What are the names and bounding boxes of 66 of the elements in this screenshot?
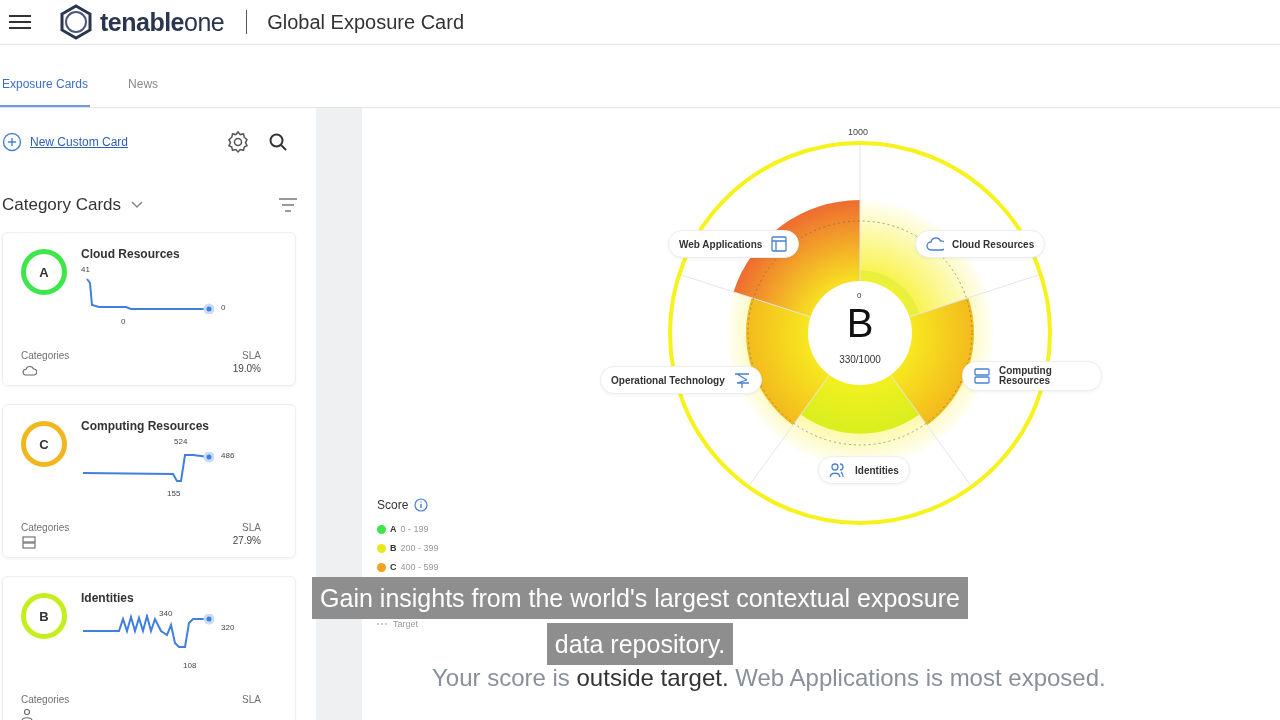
- new-card-link[interactable]: New Custom Card: [30, 135, 129, 149]
- overall-score: 330/1000: [838, 354, 882, 365]
- overall-grade: B: [845, 301, 875, 345]
- logo-icon: [58, 4, 94, 40]
- settings-icon[interactable]: [226, 130, 250, 154]
- categories-label: Categories: [21, 522, 70, 533]
- legend-title: Score: [377, 498, 409, 512]
- filter-icon[interactable]: [278, 198, 298, 212]
- sparkline-label: 41: [81, 265, 90, 274]
- category-pill[interactable]: Operational Technology: [600, 366, 762, 394]
- sparkline-label: 155: [167, 489, 181, 498]
- grade-range: 200 - 399: [400, 543, 439, 553]
- target-label: Target: [393, 619, 418, 629]
- grade-ring: A: [21, 249, 67, 295]
- category-icon: [21, 363, 37, 377]
- category-card[interactable]: C Computing Resources 524 155 486 Categories SLA 27.9%: [2, 404, 296, 558]
- grade-letter: C: [390, 562, 397, 572]
- info-icon[interactable]: [414, 498, 429, 512]
- sla-label: SLA: [242, 522, 261, 533]
- cloud-icon: [926, 235, 944, 253]
- dashed-line-icon: [377, 622, 389, 626]
- sla-value: 27.9%: [232, 535, 261, 546]
- grade-letter: A: [390, 524, 397, 534]
- status-message: Your score is outside target. Web Applications is most exposed.: [432, 665, 1106, 691]
- grade-range: 0 - 199: [400, 524, 429, 534]
- category-pill[interactable]: Computing Resources: [962, 361, 1102, 391]
- tab[interactable]: News: [126, 77, 161, 107]
- sla-value: 19.0%: [232, 363, 261, 374]
- grade-ring: B: [21, 593, 67, 639]
- page-title: Global Exposure Card: [267, 10, 465, 34]
- card-title: Identities: [81, 591, 135, 605]
- sparkline-label: 108: [183, 661, 197, 670]
- category-pill[interactable]: Cloud Resources: [915, 230, 1046, 258]
- sparkline-label: 486: [221, 451, 235, 460]
- category-pill[interactable]: Identities: [818, 456, 910, 484]
- grade-letter: B: [390, 543, 397, 553]
- category-pill[interactable]: Web Applications: [668, 230, 800, 258]
- sla-label: SLA: [242, 694, 261, 705]
- chevron-down-icon[interactable]: [131, 201, 144, 209]
- grade-range: 400 - 599: [400, 562, 439, 572]
- scale-max-label: 1000: [848, 127, 869, 137]
- sparkline-label: 0: [221, 303, 226, 312]
- server-icon: [973, 367, 991, 385]
- browser-window-icon: [770, 235, 789, 253]
- categories-label: Categories: [21, 350, 70, 361]
- section-title: Category Cards: [2, 195, 122, 215]
- tab[interactable]: Exposure Cards: [0, 77, 91, 107]
- sla-label: SLA: [242, 350, 261, 361]
- sparkline-label: 340: [159, 609, 173, 618]
- tower-icon: [732, 371, 751, 389]
- people-icon: [829, 461, 847, 479]
- grade-ring: C: [21, 421, 67, 467]
- card-title: Computing Resources: [81, 419, 210, 433]
- menu-icon[interactable]: [8, 14, 32, 30]
- categories-label: Categories: [21, 694, 70, 705]
- card-title: Cloud Resources: [81, 247, 181, 261]
- add-circle-icon[interactable]: [2, 132, 22, 152]
- category-card[interactable]: B Identities 340 108 320 Categories SLA: [2, 576, 296, 720]
- brand-wordmark: tenableone: [100, 7, 225, 37]
- search-icon[interactable]: [268, 132, 288, 152]
- scale-min-label: 0: [857, 291, 862, 300]
- category-card[interactable]: A Cloud Resources 41 0 0 Categories SLA 19.0%: [2, 232, 296, 386]
- sparkline-label: 524: [174, 437, 188, 446]
- sparkline-label: 0: [121, 317, 126, 326]
- sparkline-label: 320: [221, 623, 235, 632]
- category-icon: [21, 535, 37, 549]
